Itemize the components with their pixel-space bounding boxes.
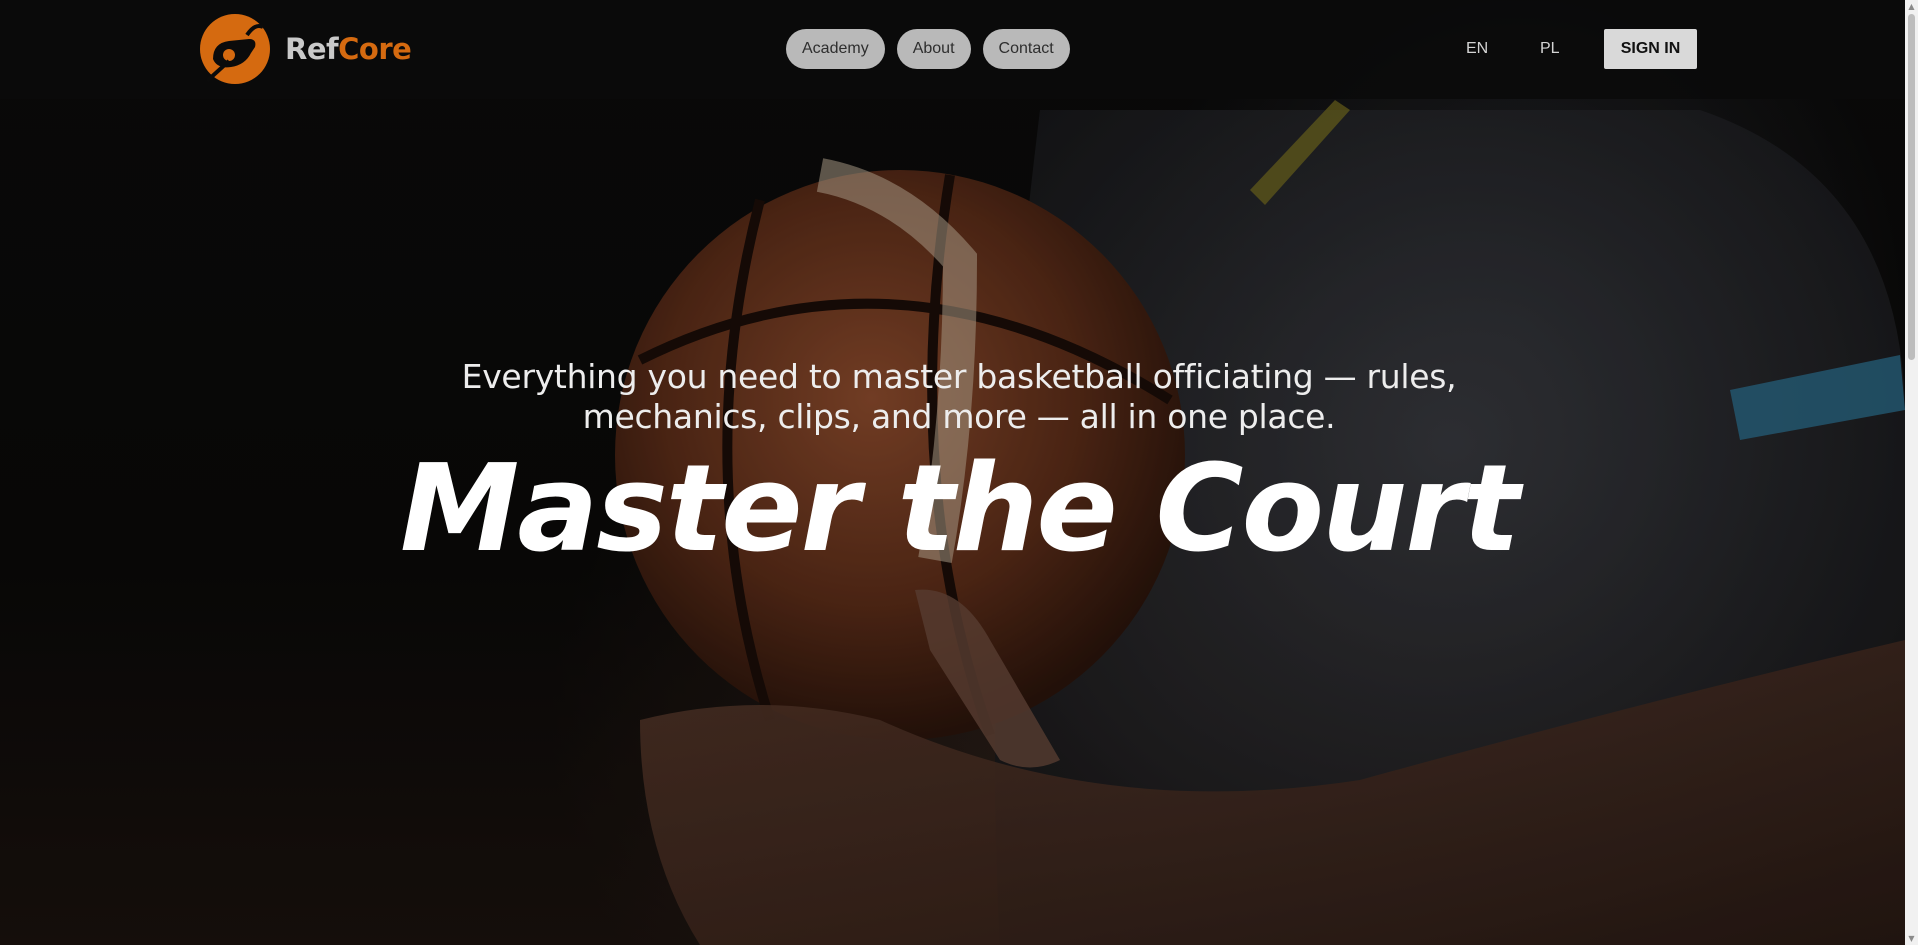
brand-name-core: Core <box>338 32 412 66</box>
brand-home-link[interactable]: RefCore <box>199 12 412 86</box>
page: RefCore Academy About Contact EN PL SIGN… <box>0 0 1918 945</box>
scrollbar-thumb[interactable] <box>1908 14 1915 360</box>
top-navbar: RefCore Academy About Contact EN PL SIGN… <box>0 0 1905 99</box>
scroll-down-arrow-icon[interactable]: ▼ <box>1905 932 1918 945</box>
sign-in-button[interactable]: SIGN IN <box>1604 29 1697 69</box>
brand-name-ref: Ref <box>285 32 339 66</box>
brand-name: RefCore <box>285 32 412 66</box>
main-nav: Academy About Contact <box>786 29 1070 69</box>
nav-about-button[interactable]: About <box>896 29 971 69</box>
nav-contact-button[interactable]: Contact <box>982 29 1070 69</box>
hero-subtitle: Everything you need to master basketball… <box>461 357 1457 436</box>
hero-headline: Master the Court <box>400 440 1520 579</box>
language-pl-link[interactable]: PL <box>1540 40 1560 58</box>
scroll-up-arrow-icon[interactable]: ▲ <box>1905 0 1918 13</box>
language-en-link[interactable]: EN <box>1466 40 1488 58</box>
page-scrollbar[interactable]: ▲ ▼ <box>1905 0 1918 945</box>
whistle-logo-icon <box>200 14 270 84</box>
nav-academy-button[interactable]: Academy <box>786 29 885 69</box>
